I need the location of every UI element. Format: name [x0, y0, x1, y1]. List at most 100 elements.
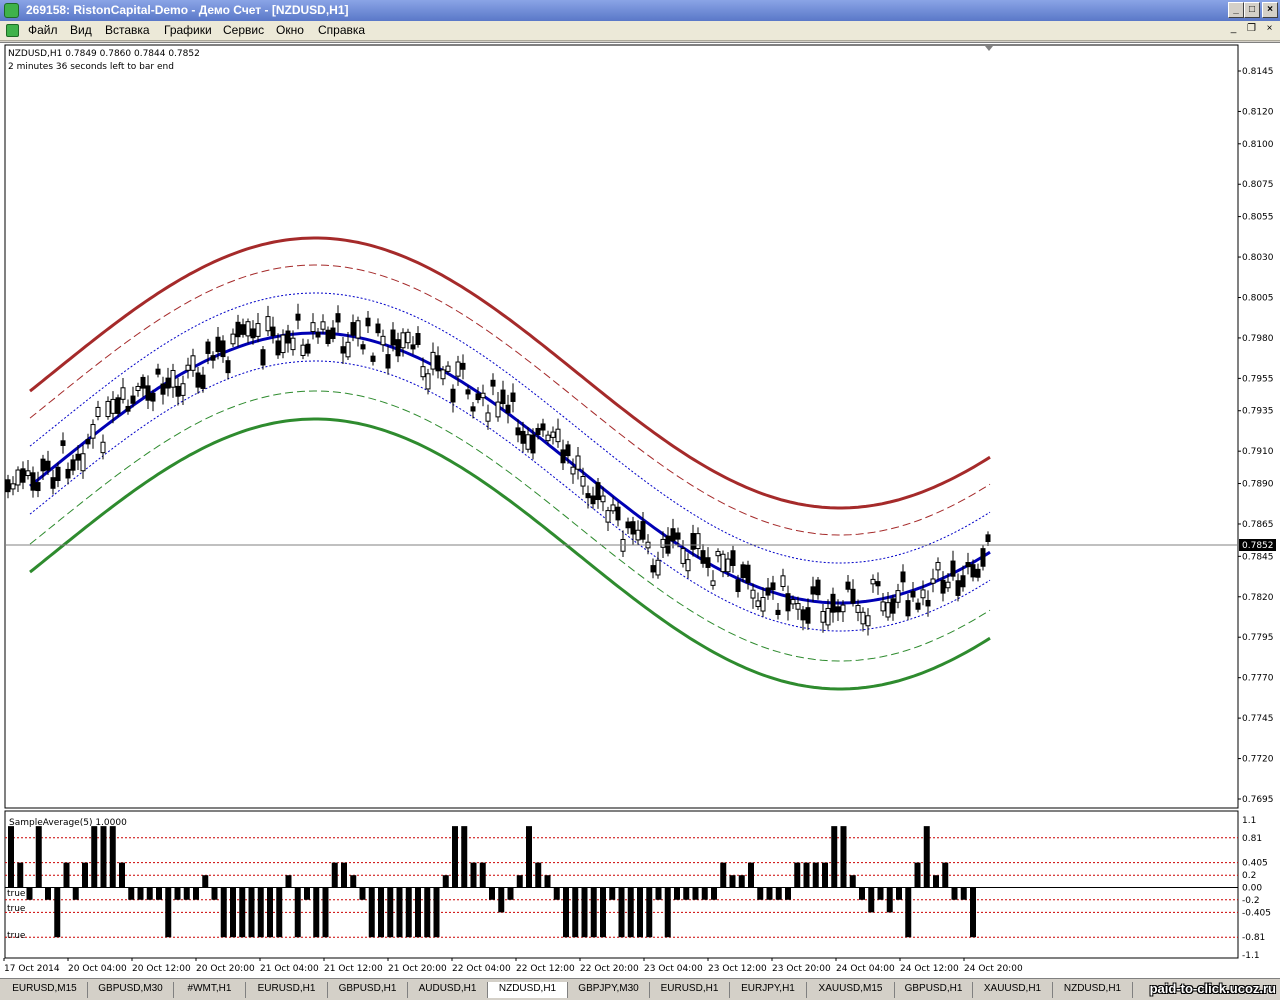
bull-candle [580, 476, 586, 487]
bear-candle [900, 571, 906, 583]
indicator-bar [507, 887, 514, 900]
indicator-bar [498, 887, 505, 913]
bear-candle [810, 586, 816, 595]
chart-tab[interactable]: EURJPY,H1 [730, 982, 807, 998]
chart-tab[interactable]: EURUSD,M15 [2, 982, 88, 998]
chart-tab[interactable]: XAUUSD,H1 [973, 982, 1053, 998]
bear-candle [940, 579, 946, 594]
chart-area[interactable]: 0.8145 0.8120 0.8100 0.8075 0.8055 0.8030 0.80… [0, 42, 1280, 978]
price-tick-label: 0.7745 [1242, 714, 1274, 724]
bull-candle [525, 434, 531, 450]
maximize-button[interactable]: □ [1244, 2, 1260, 18]
menu-insert[interactable]: Вставка [105, 23, 150, 37]
price-tick-label: 0.7980 [1242, 334, 1274, 344]
chart-window-icon[interactable] [6, 24, 19, 37]
bull-candle [290, 337, 296, 351]
menu-charts[interactable]: Графики [164, 23, 212, 37]
bull-candle [420, 366, 426, 378]
bear-candle [175, 385, 181, 397]
bear-candle [360, 344, 366, 350]
indicator-tick-label: 1.1 [1242, 816, 1256, 826]
bear-candle [410, 344, 416, 350]
chart-tab[interactable]: GBPUSD,H1 [328, 982, 408, 998]
bear-candle [285, 330, 291, 344]
close-button[interactable]: × [1262, 2, 1278, 18]
chart-tab[interactable]: AUDUSD,H1 [408, 982, 488, 998]
indicator-bar [35, 826, 42, 888]
indicator-bar [812, 862, 819, 888]
chart-tab[interactable]: #WMT,H1 [174, 982, 246, 998]
bear-candle [975, 568, 981, 578]
indicator-bar [276, 887, 283, 938]
chart-tab[interactable]: GBPUSD,M30 [88, 982, 174, 998]
indicator-bar [220, 887, 227, 938]
indicator-bar [405, 887, 412, 938]
indicator-bar [553, 887, 560, 900]
indicator-bar [350, 875, 357, 888]
indicator-bar [322, 887, 329, 938]
bull-candle [310, 322, 316, 333]
bull-candle [655, 559, 661, 576]
bull-candle [885, 602, 891, 618]
indicator-bar [757, 887, 764, 900]
mdi-minimize-button[interactable]: _ [1226, 23, 1241, 37]
bear-candle [770, 582, 776, 591]
indicator-bar [304, 887, 310, 900]
chart-tab[interactable]: GBPUSD,H1 [895, 982, 973, 998]
bull-candle [725, 558, 731, 573]
bear-candle [830, 593, 836, 613]
bear-candle [835, 606, 841, 613]
bear-candle [375, 323, 381, 334]
bull-candle [605, 510, 611, 523]
indicator-bar [896, 887, 902, 900]
time-tick-label: 21 Oct 12:00 [324, 964, 383, 974]
chart-tab[interactable]: XAUUSD,M15 [807, 982, 895, 998]
menu-window[interactable]: Окно [276, 23, 304, 37]
indicator-bar [526, 826, 532, 888]
indicator-tick-label: -1.1 [1242, 951, 1260, 961]
bear-candle [730, 550, 736, 566]
mdi-close-button[interactable]: × [1262, 23, 1277, 37]
minimize-button[interactable]: _ [1228, 2, 1244, 18]
indicator-bar [452, 826, 458, 888]
time-tick-label: 24 Oct 12:00 [900, 964, 959, 974]
bear-candle [250, 328, 256, 339]
indicator-tick-label: 0.2 [1242, 871, 1256, 881]
price-tick-label: 0.8145 [1242, 67, 1274, 77]
menu-tools[interactable]: Сервис [223, 23, 264, 37]
price-tick-label: 0.7795 [1242, 633, 1274, 643]
chart-canvas[interactable]: 0.8145 0.8120 0.8100 0.8075 0.8055 0.8030 0.80… [0, 43, 1280, 979]
bear-candle [540, 423, 546, 431]
menu-file[interactable]: Файл [28, 23, 58, 37]
price-tick-label: 0.7845 [1242, 552, 1274, 562]
bear-candle [125, 405, 131, 412]
metatrader-app-icon [4, 3, 19, 18]
title-bar: 269158: RistonCapital-Demo - Демо Счет -… [0, 0, 1280, 21]
bear-candle [890, 598, 896, 614]
bear-candle [850, 588, 856, 604]
indicator-tick-label: -0.2 [1242, 896, 1260, 906]
chart-tab[interactable]: NZDUSD,H1 [1053, 982, 1133, 998]
bear-candle [160, 383, 166, 395]
price-tick-label: 0.7720 [1242, 755, 1274, 765]
indicator-bar [637, 887, 643, 938]
menu-help[interactable]: Справка [318, 23, 365, 37]
bear-candle [595, 482, 601, 501]
bear-candle [740, 564, 746, 578]
indicator-bar [822, 862, 828, 888]
menu-view[interactable]: Вид [70, 23, 92, 37]
indicator-true-label: true [7, 904, 26, 914]
bull-candle [755, 600, 761, 608]
bear-candle [910, 591, 916, 598]
chart-tab[interactable]: EURUSD,H1 [650, 982, 730, 998]
chart-tab[interactable]: GBPJPY,M30 [568, 982, 650, 998]
chart-tab[interactable]: NZDUSD,H1 [488, 982, 568, 998]
chart-tab[interactable]: EURUSD,H1 [246, 982, 328, 998]
indicator-bar [563, 887, 569, 938]
indicator-bar [590, 887, 597, 938]
bull-candle [685, 559, 691, 572]
bear-candle [275, 340, 281, 356]
bear-candle [225, 360, 231, 374]
mdi-restore-button[interactable]: ❐ [1244, 23, 1259, 37]
indicator-bar [313, 887, 320, 938]
